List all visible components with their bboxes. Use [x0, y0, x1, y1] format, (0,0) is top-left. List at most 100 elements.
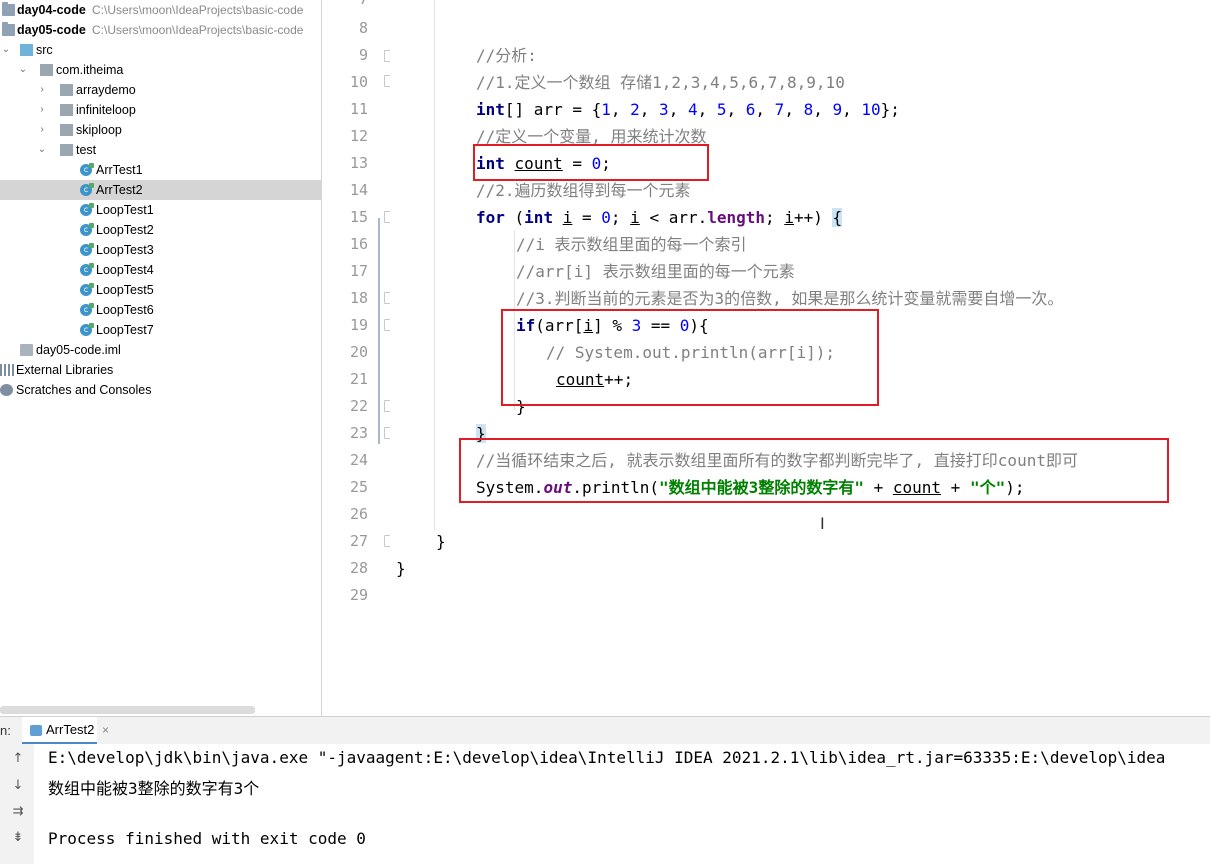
package-icon: [60, 84, 73, 96]
module-folder-icon: [2, 2, 15, 16]
tree-item-arrtest2[interactable]: c ArrTest2: [0, 180, 321, 200]
line-number: 16: [349, 235, 368, 253]
tree-item-label: com.itheima: [56, 63, 124, 77]
editor-gutter: 7 8 9 10 11 12 13 14 15 16 17 18 19 20 2…: [322, 0, 395, 716]
console-output[interactable]: E:\develop\jdk\bin\java.exe "-javaagent:…: [34, 744, 1210, 864]
tree-item-looptest7[interactable]: c LoopTest7: [0, 320, 321, 340]
libraries-icon: [0, 364, 14, 376]
tree-item-label: infiniteloop: [76, 103, 136, 117]
tree-item-com-itheima[interactable]: ⌄ com.itheima: [0, 60, 321, 80]
tree-item-looptest3[interactable]: c LoopTest3: [0, 240, 321, 260]
tree-item-label: test: [76, 143, 97, 157]
class-icon: c: [80, 263, 94, 276]
line-number: 24: [349, 451, 368, 469]
project-tree: day04-code C:\Users\moon\IdeaProjects\ba…: [0, 0, 322, 716]
module-folder-icon: [2, 22, 15, 36]
code-line-17: //arr[i] 表示数组里面的每一个元素: [516, 262, 795, 281]
package-icon: [60, 104, 73, 116]
code-line-15: for (int i = 0; i < arr.length; i++) {: [476, 208, 843, 227]
line-number: 19: [349, 316, 368, 334]
run-config-icon: [30, 725, 42, 736]
fold-range-indicator: [378, 218, 380, 444]
chevron-right-icon[interactable]: ›: [37, 120, 47, 140]
class-icon: c: [80, 243, 94, 256]
chevron-down-icon[interactable]: ⌄: [1, 40, 11, 60]
line-number: 13: [349, 154, 368, 172]
line-number: 20: [349, 343, 368, 361]
tab-label: ArrTest2: [46, 722, 95, 737]
iml-file-icon: [20, 344, 33, 356]
tree-item-scratches[interactable]: Scratches and Consoles: [0, 380, 321, 400]
tree-item-label: LoopTest2: [96, 223, 154, 237]
line-number: 15: [349, 208, 368, 226]
tree-item-label: ArrTest1: [96, 163, 143, 177]
chevron-down-icon[interactable]: ⌄: [18, 60, 28, 80]
annotation-box-if-block: [501, 309, 879, 406]
line-number: 22: [349, 397, 368, 415]
horizontal-scrollbar[interactable]: [0, 706, 255, 714]
package-icon: [60, 124, 73, 136]
tree-item-label: day05-code.iml: [36, 343, 121, 357]
class-icon: c: [80, 323, 94, 336]
line-number: 29: [349, 586, 368, 604]
tree-item-looptest5[interactable]: c LoopTest5: [0, 280, 321, 300]
module-path: C:\Users\moon\IdeaProjects\basic-code: [92, 23, 304, 37]
run-toolbar: ↑ ↓ ⇉ ⇟: [0, 744, 35, 864]
line-number: 25: [349, 478, 368, 496]
tree-item-external-libraries[interactable]: External Libraries: [0, 360, 321, 380]
code-line-18: //3.判断当前的元素是否为3的倍数, 如果是那么统计变量就需要自增一次。: [516, 289, 1064, 308]
chevron-right-icon[interactable]: ›: [37, 100, 47, 120]
scroll-end-icon[interactable]: ⇟: [11, 831, 25, 845]
tree-item-label: LoopTest1: [96, 203, 154, 217]
tree-item-arraydemo[interactable]: › arraydemo: [0, 80, 321, 100]
line-number: 18: [349, 289, 368, 307]
chevron-right-icon[interactable]: ›: [37, 80, 47, 100]
tree-item-label: day05-code: [17, 23, 86, 37]
code-line-28: }: [396, 559, 406, 578]
console-line: 数组中能被3整除的数字有3个: [48, 779, 260, 798]
indent-guide: [434, 0, 435, 530]
tree-item-arrtest1[interactable]: c ArrTest1: [0, 160, 321, 180]
line-number: 11: [349, 100, 368, 118]
source-folder-icon: [20, 44, 33, 56]
tree-item-day05-code-iml[interactable]: day05-code.iml: [0, 340, 321, 360]
code-line-27: }: [436, 532, 446, 551]
line-number: 27: [349, 532, 368, 550]
tree-item-looptest6[interactable]: c LoopTest6: [0, 300, 321, 320]
tree-item-looptest2[interactable]: c LoopTest2: [0, 220, 321, 240]
line-number: 7: [322, 0, 368, 13]
annotation-box-print-result: [459, 438, 1169, 503]
tree-item-label: LoopTest7: [96, 323, 154, 337]
module-path: C:\Users\moon\IdeaProjects\basic-code: [92, 3, 304, 17]
tree-item-infiniteloop[interactable]: › infiniteloop: [0, 100, 321, 120]
close-icon[interactable]: ×: [102, 723, 109, 737]
class-icon: c: [80, 183, 94, 196]
tree-item-skiploop[interactable]: › skiploop: [0, 120, 321, 140]
line-number: 12: [349, 127, 368, 145]
class-icon: c: [80, 203, 94, 216]
soft-wrap-icon[interactable]: ⇉: [11, 805, 25, 819]
class-icon: c: [80, 163, 94, 176]
tree-item-looptest4[interactable]: c LoopTest4: [0, 260, 321, 280]
tree-item-label: LoopTest5: [96, 283, 154, 297]
line-number: 9: [358, 46, 368, 64]
arrow-up-icon[interactable]: ↑: [11, 752, 25, 766]
line-number: 17: [349, 262, 368, 280]
code-line-10: //1.定义一个数组 存储1,2,3,4,5,6,7,8,9,10: [476, 73, 845, 92]
chevron-down-icon[interactable]: ⌄: [37, 140, 47, 160]
tree-item-day04-code[interactable]: day04-code C:\Users\moon\IdeaProjects\ba…: [0, 0, 321, 20]
tree-item-day05-code[interactable]: day05-code C:\Users\moon\IdeaProjects\ba…: [0, 20, 321, 40]
line-number: 28: [349, 559, 368, 577]
tree-item-looptest1[interactable]: c LoopTest1: [0, 200, 321, 220]
tree-item-label: arraydemo: [76, 83, 136, 97]
arrow-down-icon[interactable]: ↓: [11, 779, 25, 793]
code-line-16: //i 表示数组里面的每一个索引: [516, 235, 747, 254]
tree-item-test[interactable]: ⌄ test: [0, 140, 321, 160]
line-number: 21: [349, 370, 368, 388]
tab-arrtest2[interactable]: ArrTest2 ×: [22, 717, 109, 745]
tree-item-src[interactable]: ⌄ src: [0, 40, 321, 60]
code-line-9: //分析:: [476, 46, 537, 65]
line-number: 14: [349, 181, 368, 199]
class-icon: c: [80, 223, 94, 236]
package-icon: [60, 144, 73, 156]
